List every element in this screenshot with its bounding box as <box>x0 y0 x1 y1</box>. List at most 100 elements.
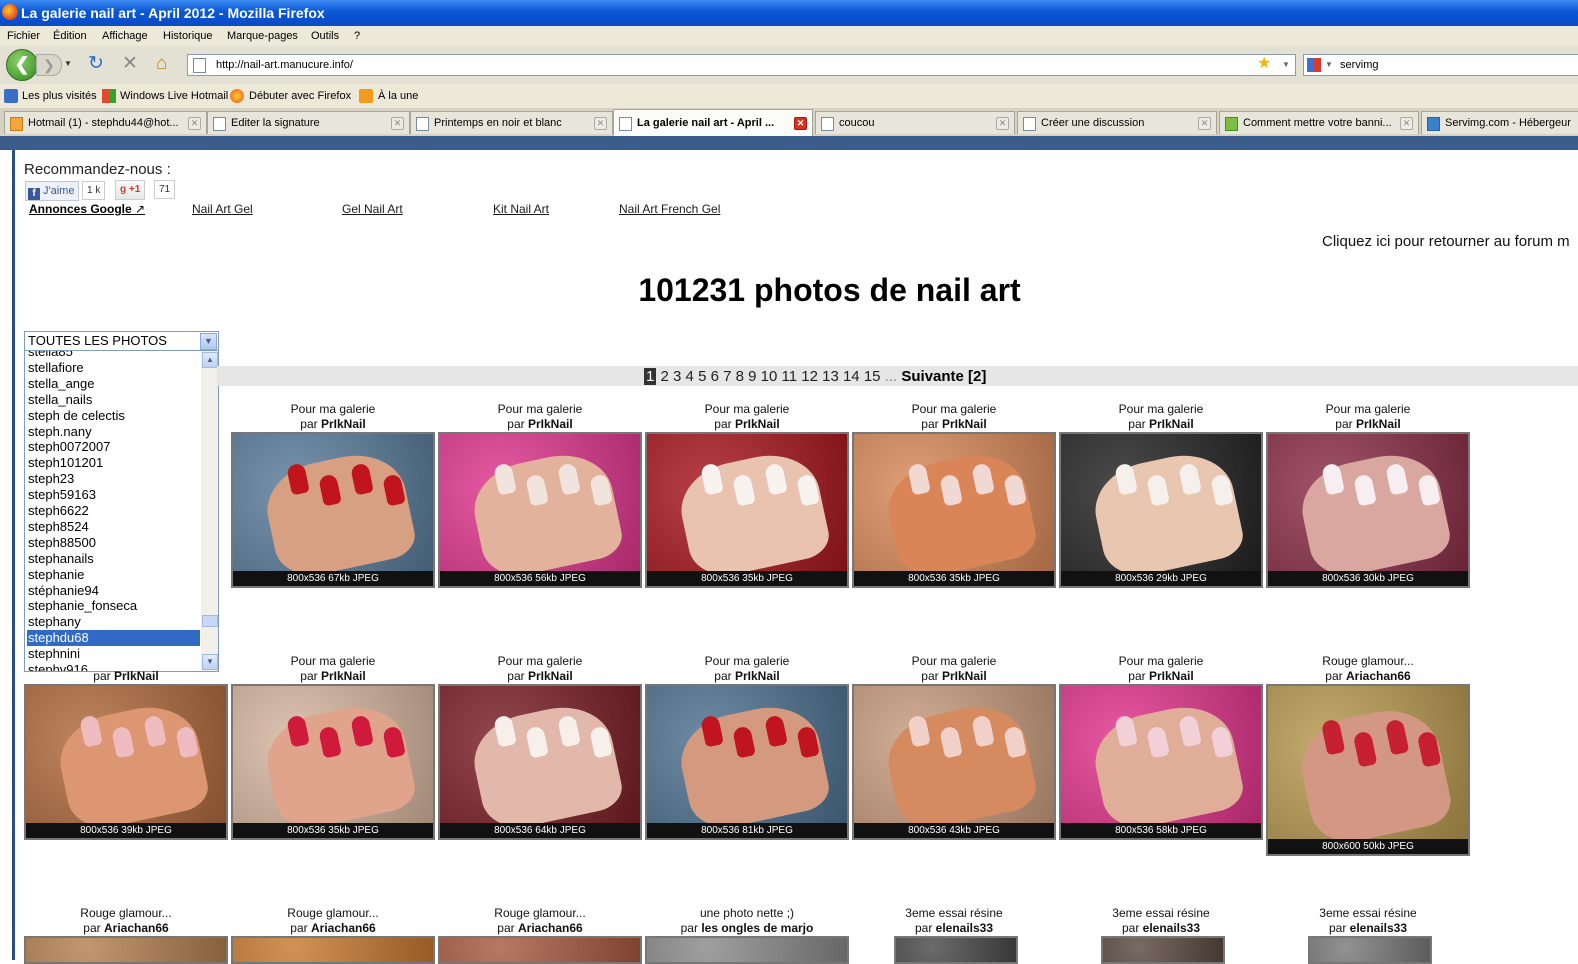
dropdown-option[interactable]: stephany <box>27 614 200 630</box>
photo-thumbnail[interactable]: 800x536 67kb JPEG <box>231 432 435 588</box>
stop-icon[interactable]: ✕ <box>122 54 138 74</box>
author-name[interactable]: Ariachan66 <box>1346 669 1411 683</box>
photo-thumbnail[interactable]: 800x536 29kb JPEG <box>1059 432 1263 588</box>
page-link[interactable]: 2 <box>661 368 669 385</box>
photo-thumbnail[interactable]: 800x536 58kb JPEG <box>1059 684 1263 840</box>
dropdown-option[interactable]: stella85 <box>27 351 200 360</box>
author-name[interactable]: PrIkNail <box>735 417 780 431</box>
tab-hotmail[interactable]: Hotmail (1) - stephdu44@hot... ✕ <box>4 111 207 134</box>
author-name[interactable]: Ariachan66 <box>104 921 169 935</box>
author-name[interactable]: Ariachan66 <box>311 921 376 935</box>
author-name[interactable]: PrIkNail <box>1149 417 1194 431</box>
author-name[interactable]: PrIkNail <box>1149 669 1194 683</box>
facebook-like-button[interactable]: f J'aime <box>25 181 80 201</box>
close-tab-icon[interactable]: ✕ <box>794 117 807 130</box>
search-bar[interactable]: ▼ servimg <box>1303 54 1578 76</box>
menu-edition[interactable]: Édition <box>53 26 87 46</box>
page-link[interactable]: 9 <box>748 368 756 385</box>
page-link[interactable]: 11 <box>782 368 798 385</box>
page-link[interactable]: 15 <box>864 368 881 385</box>
back-icon[interactable]: ❮ <box>6 49 38 81</box>
dropdown-option[interactable]: steph8524 <box>27 519 200 535</box>
author-name[interactable]: Ariachan66 <box>518 921 583 935</box>
menu-historique[interactable]: Historique <box>163 26 213 46</box>
close-tab-icon[interactable]: ✕ <box>594 117 607 130</box>
google-ads-label[interactable]: Annonces Google ↗ <box>29 202 145 216</box>
tab-editer-signature[interactable]: Editer la signature ✕ <box>207 111 410 134</box>
dropdown-option[interactable]: stella_nails <box>27 392 200 408</box>
menu-fichier[interactable]: Fichier <box>7 26 40 46</box>
dropdown-option[interactable]: steph.nany <box>27 424 200 440</box>
next-page-link[interactable]: Suivante [2] <box>901 368 986 385</box>
photo-thumbnail[interactable]: 800x536 56kb JPEG <box>438 432 642 588</box>
author-name[interactable]: elenails33 <box>1143 921 1200 935</box>
author-name[interactable]: PrIkNail <box>321 669 366 683</box>
author-name[interactable]: PrIkNail <box>1356 417 1401 431</box>
tab-creer-discussion[interactable]: Créer une discussion ✕ <box>1017 111 1217 134</box>
page-link[interactable]: 7 <box>723 368 731 385</box>
tab-coucou[interactable]: coucou ✕ <box>815 111 1015 134</box>
tab-servimg[interactable]: Servimg.com - Hébergeur <box>1421 111 1578 134</box>
menu-help[interactable]: ? <box>354 26 360 46</box>
dropdown-option[interactable]: stephanie_fonseca <box>27 598 200 614</box>
author-name[interactable]: elenails33 <box>936 921 993 935</box>
photo-thumbnail[interactable]: 800x600 50kb JPEG <box>1266 684 1470 856</box>
close-tab-icon[interactable]: ✕ <box>188 117 201 130</box>
return-to-forum-link[interactable]: Cliquez ici pour retourner au forum m <box>1322 233 1570 250</box>
ad-link-kit-nail-art[interactable]: Kit Nail Art <box>493 202 549 216</box>
tab-galerie-nail-art[interactable]: La galerie nail art - April ... ✕ <box>613 109 813 136</box>
reload-icon[interactable]: ↻ <box>88 54 104 74</box>
ad-link-gel-nail-art[interactable]: Gel Nail Art <box>342 202 403 216</box>
photo-thumbnail[interactable]: 800x536 81kb JPEG <box>645 684 849 840</box>
author-name[interactable]: les ongles de marjo <box>701 921 813 935</box>
photo-thumbnail[interactable]: 800x536 64kb JPEG <box>438 684 642 840</box>
photo-thumbnail[interactable]: 800x536 30kb JPEG <box>1266 432 1470 588</box>
chevron-down-icon[interactable]: ▼ <box>200 333 217 350</box>
ad-link-nail-art-french-gel[interactable]: Nail Art French Gel <box>619 202 720 216</box>
dropdown-option[interactable]: stephdu68 <box>27 630 200 647</box>
address-bar[interactable]: http://nail-art.manucure.info/ ★ ▼ <box>187 54 1296 76</box>
member-filter-list[interactable]: stephy916 stephnini stephdu68 stephany steph… <box>24 350 219 672</box>
dropdown-option[interactable]: stellafiore <box>27 360 200 376</box>
dropdown-option[interactable]: stella_ange <box>27 376 200 392</box>
bookmark-debuter-firefox[interactable]: Débuter avec Firefox <box>249 84 351 108</box>
close-tab-icon[interactable]: ✕ <box>391 117 404 130</box>
page-link[interactable]: 13 <box>822 368 839 385</box>
list-scrollbar[interactable]: ▲ ▼ <box>201 351 218 671</box>
dropdown-option[interactable]: steph23 <box>27 471 200 487</box>
author-name[interactable]: PrIkNail <box>735 669 780 683</box>
page-link[interactable]: 14 <box>843 368 860 385</box>
photo-thumbnail[interactable]: 800x536 35kb JPEG <box>645 432 849 588</box>
bookmark-a-la-une[interactable]: À la une <box>378 84 418 108</box>
author-name[interactable]: PrIkNail <box>942 669 987 683</box>
author-name[interactable]: PrIkNail <box>942 417 987 431</box>
tab-comment-mettre-banniere[interactable]: Comment mettre votre banni... ✕ <box>1219 111 1419 134</box>
menu-outils[interactable]: Outils <box>311 26 339 46</box>
page-link[interactable]: 3 <box>673 368 681 385</box>
page-link[interactable]: 10 <box>761 368 778 385</box>
author-name[interactable]: PrIkNail <box>114 669 159 683</box>
author-name[interactable]: elenails33 <box>1350 921 1407 935</box>
bookmark-hotmail[interactable]: Windows Live Hotmail <box>120 84 228 108</box>
dropdown-option[interactable]: steph6622 <box>27 503 200 519</box>
forward-icon[interactable]: ❯ <box>36 54 62 76</box>
author-name[interactable]: PrIkNail <box>528 417 573 431</box>
dropdown-option[interactable]: steph59163 <box>27 487 200 503</box>
page-link[interactable]: 8 <box>736 368 744 385</box>
menu-affichage[interactable]: Affichage <box>102 26 148 46</box>
close-tab-icon[interactable]: ✕ <box>1198 117 1211 130</box>
ad-link-nail-art-gel[interactable]: Nail Art Gel <box>192 202 253 216</box>
photo-thumbnail[interactable]: 800x536 35kb JPEG <box>852 432 1056 588</box>
dropdown-option[interactable]: stephanails <box>27 551 200 567</box>
dropdown-option[interactable]: stephanie <box>27 567 200 583</box>
google-plusone-button[interactable]: g +1 <box>115 180 146 200</box>
photo-thumbnail[interactable]: 800x536 35kb JPEG <box>231 684 435 840</box>
author-name[interactable]: PrIkNail <box>321 417 366 431</box>
tab-printemps[interactable]: Printemps en noir et blanc ✕ <box>410 111 613 134</box>
search-engine-dropdown-icon[interactable]: ▼ <box>1325 55 1333 75</box>
search-input[interactable]: servimg <box>1340 55 1379 75</box>
bookmark-star-icon[interactable]: ★ <box>1257 54 1271 74</box>
dropdown-option[interactable]: steph88500 <box>27 535 200 551</box>
page-link[interactable]: 4 <box>686 368 694 385</box>
dropdown-option[interactable]: steph0072007 <box>27 439 200 455</box>
